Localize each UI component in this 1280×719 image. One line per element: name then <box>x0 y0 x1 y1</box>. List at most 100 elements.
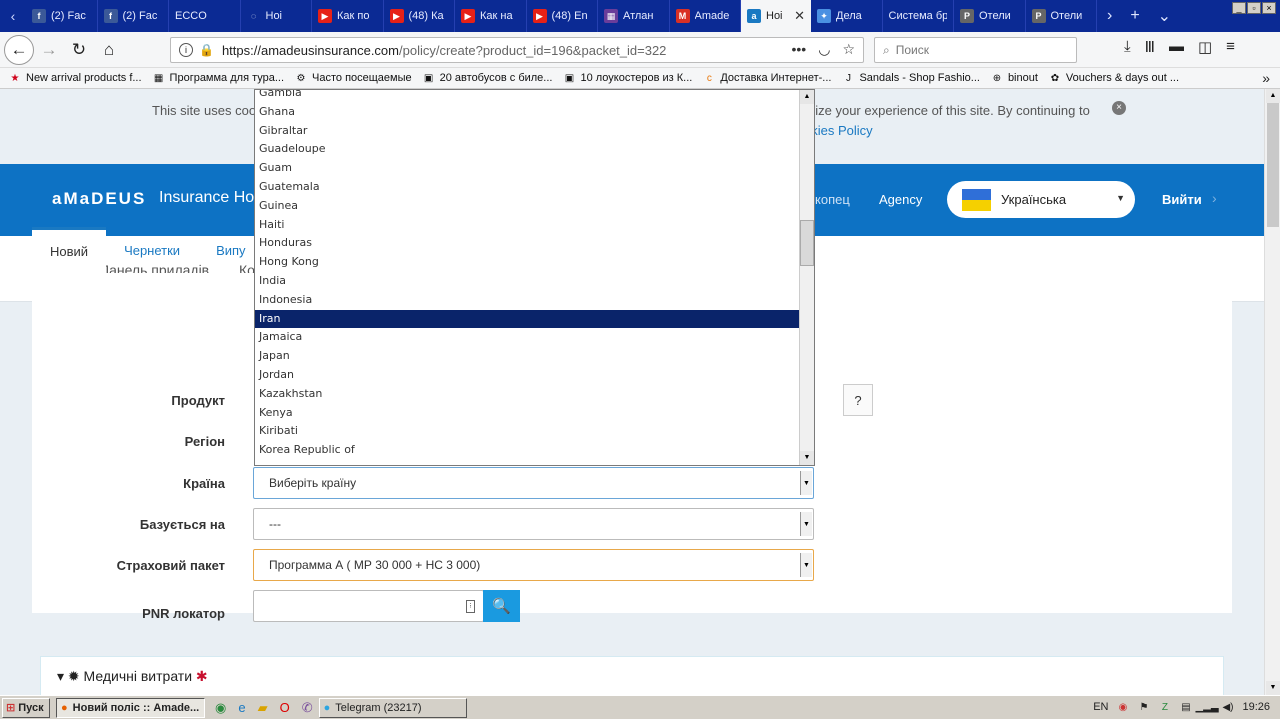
header-link-partial[interactable]: копец <box>815 192 850 207</box>
close-window-icon[interactable]: × <box>1262 2 1276 14</box>
sidebar-icon[interactable]: ◫ <box>1198 38 1212 56</box>
country-option[interactable]: Jordan <box>255 366 814 385</box>
taskbar-telegram-window[interactable]: ● Telegram (23217) <box>318 697 467 718</box>
more-actions-icon[interactable]: ••• <box>792 41 807 58</box>
bookmark-item[interactable]: ⚙ Часто посещаемые <box>294 72 412 85</box>
taskbar-firefox-window[interactable]: ● Новий поліс :: Amade... <box>56 697 205 718</box>
pnr-search-button[interactable]: 🔍 <box>483 590 520 622</box>
bookmark-item[interactable]: ★ New arrival products f... <box>8 72 142 85</box>
country-select[interactable]: Виберіть країну ▼ <box>253 467 814 499</box>
back-button[interactable]: ← <box>4 34 34 65</box>
bookmark-star-icon[interactable]: ☆ <box>842 41 855 58</box>
network-icon[interactable]: ▤ <box>1179 701 1192 714</box>
scroll-up-icon[interactable]: ▲ <box>1266 89 1280 103</box>
browser-tab[interactable]: a Hoi ✕ <box>741 0 811 32</box>
tab-list-icon[interactable]: ⌄ <box>1158 6 1171 26</box>
update-icon[interactable]: Z <box>1158 701 1171 714</box>
menu-icon[interactable]: ≡ <box>1226 38 1235 56</box>
screenshot-icon[interactable]: ▬ <box>1169 38 1184 56</box>
scroll-down-icon[interactable]: ▼ <box>1266 681 1280 695</box>
country-option[interactable]: Ghana <box>255 103 814 122</box>
volume-icon[interactable]: ◀) <box>1221 701 1234 714</box>
viber-icon[interactable]: ✆ <box>302 700 313 716</box>
country-dropdown-list[interactable]: Gambia Ghana Gibraltar Guadeloupe Guam Guatem… <box>254 89 815 466</box>
bookmark-item[interactable]: ▣ 10 лоукостеров из К... <box>562 72 693 85</box>
search-input[interactable]: ⌕ Поиск <box>874 37 1077 63</box>
help-button[interactable]: ? <box>843 384 873 416</box>
page-scrollbar[interactable]: ▲ ▼ <box>1264 89 1280 695</box>
country-option[interactable]: Iran <box>255 309 814 329</box>
scroll-down-icon[interactable]: ▼ <box>800 451 814 465</box>
collapse-caret-icon[interactable]: ▾ <box>57 668 64 684</box>
country-option[interactable]: Kiribati <box>255 422 814 441</box>
country-option[interactable]: Hong Kong <box>255 253 814 272</box>
agency-link[interactable]: Agency <box>879 192 922 207</box>
browser-tab[interactable]: Система бр <box>883 0 954 32</box>
browser-tab[interactable]: M Amade <box>670 0 741 32</box>
country-option[interactable]: Indonesia <box>255 291 814 310</box>
minimize-icon[interactable]: _ <box>1232 2 1246 14</box>
scroll-thumb[interactable] <box>1267 103 1279 227</box>
country-option[interactable]: Haiti <box>255 216 814 235</box>
bookmark-item[interactable]: c Доставка Интернет-... <box>702 72 832 85</box>
start-button[interactable]: ⊞ Пуск <box>2 697 50 718</box>
close-tab-icon[interactable]: ✕ <box>794 8 805 24</box>
country-option[interactable]: Guadeloupe <box>255 140 814 159</box>
bookmark-item[interactable]: ✿ Vouchers & days out ... <box>1048 72 1179 85</box>
country-option[interactable]: India <box>255 272 814 291</box>
cookie-close-icon[interactable]: × <box>1112 101 1126 115</box>
antivirus-icon[interactable]: ◉ <box>1116 701 1129 714</box>
restore-icon[interactable]: ▫ <box>1247 2 1261 14</box>
country-option[interactable]: Japan <box>255 347 814 366</box>
home-button[interactable]: ⌂ <box>94 35 124 65</box>
library-icon[interactable]: Ⅲ <box>1145 38 1155 56</box>
info-icon[interactable]: i <box>179 43 193 57</box>
download-icon[interactable]: ⤓ <box>1124 38 1131 56</box>
browser-tab[interactable]: ECCO <box>169 0 241 32</box>
signal-icon[interactable]: ▁▂▃ <box>1195 701 1218 714</box>
ie-icon[interactable]: e <box>238 700 245 716</box>
language-indicator[interactable]: EN <box>1093 701 1108 713</box>
browser-tab[interactable]: ▶ Как по <box>312 0 384 32</box>
logout-link[interactable]: Вийти <box>1162 192 1202 207</box>
opera-icon[interactable]: O <box>280 700 290 716</box>
medical-expenses-section[interactable]: ▾ ✹ Медичні витрати ✱ <box>40 656 1224 696</box>
country-option[interactable]: Honduras <box>255 234 814 253</box>
pnr-input[interactable]: ⁝ <box>253 590 484 622</box>
tab-scroll-right-icon[interactable]: › <box>1107 7 1112 25</box>
flag-icon[interactable]: ⚑ <box>1137 701 1150 714</box>
amadeus-logo[interactable]: aMaDEUS <box>52 189 146 209</box>
reload-button[interactable]: ↻ <box>64 35 94 65</box>
pocket-icon[interactable]: ◡ <box>818 41 830 58</box>
browser-tab[interactable]: ◌ Hoi <box>241 0 312 32</box>
package-select[interactable]: Программа А ( МР 30 000 + НС 3 000) ▼ <box>253 549 814 581</box>
country-option[interactable]: Guam <box>255 159 814 178</box>
tab-new[interactable]: Новий <box>32 227 107 273</box>
language-select[interactable]: Українська ▼ <box>947 181 1135 218</box>
new-tab-icon[interactable]: + <box>1130 7 1139 25</box>
tab-scroll-left-icon[interactable]: ‹ <box>0 0 26 32</box>
browser-tab[interactable]: ▶ (48) Ка <box>384 0 455 32</box>
bookmark-item[interactable]: ▦ Программа для тура... <box>152 72 284 85</box>
browser-tab[interactable]: P Отели <box>1026 0 1097 32</box>
password-manager-icon[interactable]: ⁝ <box>466 600 475 613</box>
chrome-icon[interactable]: ◉ <box>215 700 226 716</box>
dropdown-arrow-icon[interactable]: ▼ <box>800 553 812 577</box>
browser-tab[interactable]: f (2) Fac <box>26 0 98 32</box>
tab-drafts[interactable]: Чернетки <box>106 227 198 273</box>
country-option[interactable]: Korea Republic of <box>255 441 814 460</box>
scroll-up-icon[interactable]: ▲ <box>800 90 814 104</box>
country-option[interactable]: Guatemala <box>255 178 814 197</box>
scroll-thumb[interactable] <box>800 220 814 266</box>
browser-tab[interactable]: ▦ Атлан <box>598 0 670 32</box>
country-option[interactable]: Gibraltar <box>255 122 814 141</box>
dropdown-arrow-icon[interactable]: ▼ <box>800 512 812 536</box>
country-option[interactable]: Kazakhstan <box>255 385 814 404</box>
dropdown-scrollbar[interactable]: ▲ ▼ <box>799 90 814 465</box>
browser-tab[interactable]: ▶ (48) En <box>527 0 598 32</box>
country-option[interactable]: Kenya <box>255 404 814 423</box>
dropdown-arrow-icon[interactable]: ▼ <box>800 471 812 495</box>
bookmark-item[interactable]: ▣ 20 автобусов с биле... <box>422 72 553 85</box>
folder-icon[interactable]: ▰ <box>258 700 268 716</box>
browser-tab[interactable]: P Отели <box>954 0 1026 32</box>
